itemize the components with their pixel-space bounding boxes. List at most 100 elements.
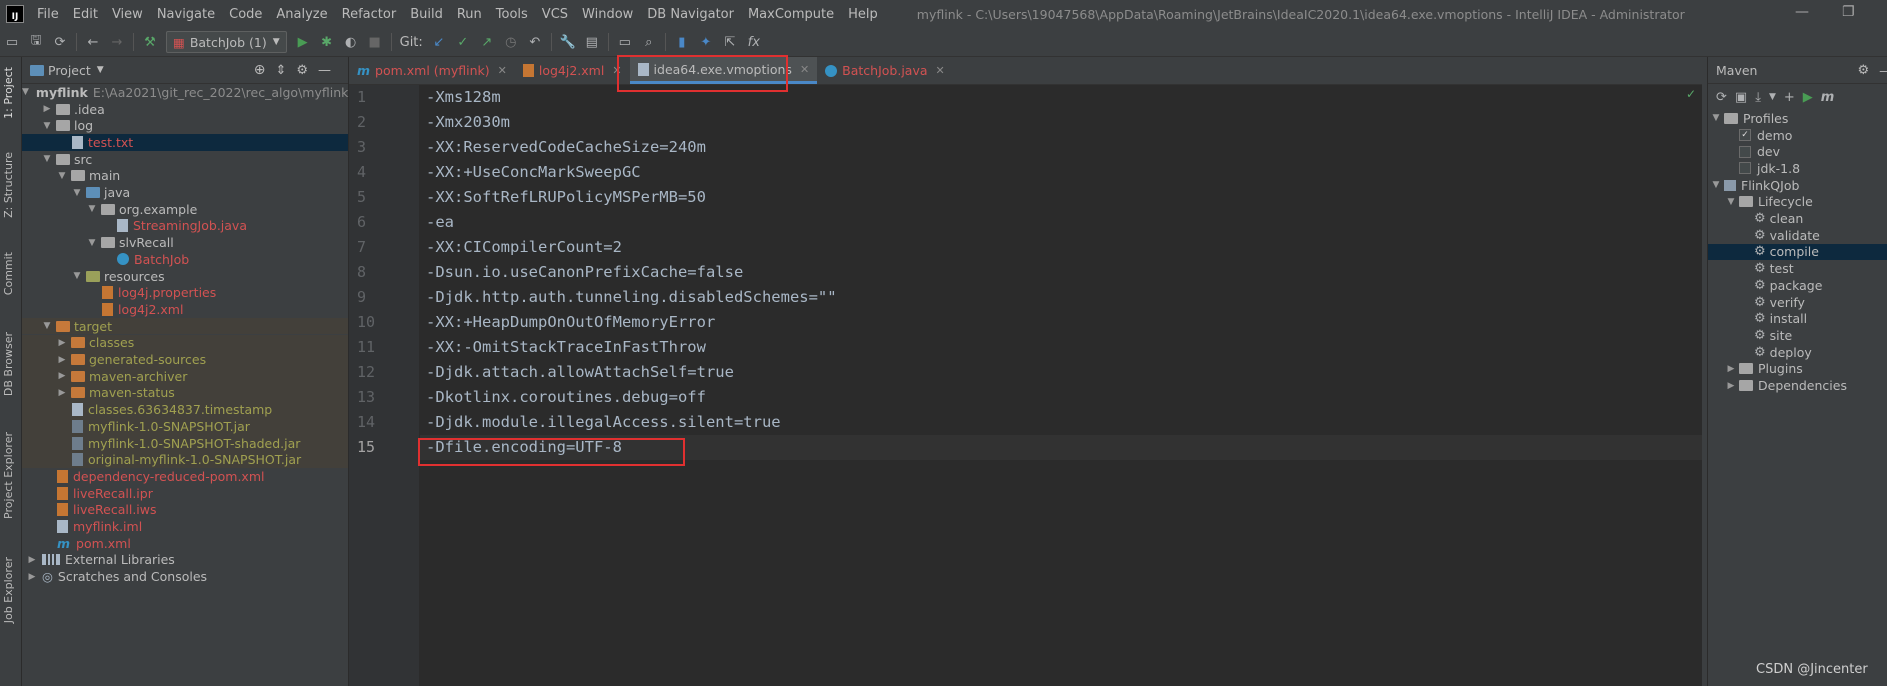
project-tree-item[interactable]: ▼ slvRecall — [22, 234, 348, 251]
chevron-down-icon[interactable]: ▼ — [86, 238, 98, 248]
gear-icon[interactable]: ⚙ — [1857, 63, 1869, 78]
project-tree-item[interactable]: myflink-1.0-SNAPSHOT-shaded.jar — [22, 434, 348, 452]
chevron-right-icon[interactable]: ▶ — [1725, 381, 1737, 391]
menu-view[interactable]: View — [105, 7, 150, 22]
project-tree-item[interactable]: ▼ src — [22, 151, 348, 168]
menu-window[interactable]: Window — [575, 7, 640, 22]
maven-tree-item[interactable]: ⚙ compile — [1708, 243, 1887, 261]
chevron-right-icon[interactable]: ▶ — [56, 355, 68, 365]
project-tree-item[interactable]: dependency-reduced-pom.xml — [22, 468, 348, 485]
checkbox-icon[interactable] — [1739, 162, 1751, 175]
project-tree-item[interactable]: ▼ resources — [22, 268, 348, 285]
project-tree-item[interactable]: ▼ main — [22, 168, 348, 185]
tool-tab-job-explorer[interactable]: Job Explorer — [2, 557, 15, 623]
run-icon[interactable]: ▶ — [1803, 90, 1813, 105]
chevron-down-icon[interactable]: ▼ — [71, 188, 83, 198]
project-tree-item[interactable]: ▼ myflink E:\Aa2021\git_rec_2022\rec_algo\… — [22, 84, 348, 101]
back-icon[interactable]: ← — [81, 30, 105, 54]
close-icon[interactable]: ✕ — [800, 63, 809, 76]
run-configuration-select[interactable]: ▦ BatchJob (1) ▼ — [166, 31, 287, 53]
code-line[interactable]: -ea — [426, 210, 454, 235]
tool-tab-commit[interactable]: Commit — [2, 252, 15, 295]
menu-navigate[interactable]: Navigate — [150, 7, 222, 22]
maven-tree-item[interactable]: ▼ FlinkQJob — [1708, 177, 1887, 194]
menu-analyze[interactable]: Analyze — [269, 7, 334, 22]
restore-icon[interactable]: ❐ — [1842, 4, 1855, 20]
git-update-icon[interactable]: ↙ — [427, 30, 451, 54]
project-structure-icon[interactable]: ▤ — [580, 30, 604, 54]
project-tree-item[interactable]: ▶ classes — [22, 334, 348, 352]
maven-tree-item[interactable]: jdk-1.8 — [1708, 160, 1887, 177]
editor-tab[interactable]: log4j2.xml ✕ — [515, 57, 630, 84]
maven-tree-item[interactable]: ⚙ clean — [1708, 210, 1887, 227]
open-folder-icon[interactable]: ▭ — [0, 30, 24, 54]
chevron-right-icon[interactable]: ▶ — [56, 371, 68, 381]
git-push-icon[interactable]: ↗ — [475, 30, 499, 54]
checkbox-icon[interactable]: ✓ — [1739, 129, 1751, 142]
project-tree-item[interactable]: log4j.properties — [22, 284, 348, 301]
code-line[interactable]: -XX:ReservedCodeCacheSize=240m — [426, 135, 706, 160]
code-line[interactable]: -Xmx2030m — [426, 110, 510, 135]
chevron-down-icon[interactable]: ▼ — [1710, 113, 1722, 123]
project-tree-item[interactable]: ▶ External Libraries — [22, 552, 348, 569]
chevron-down-icon[interactable]: ▼ — [86, 204, 98, 214]
project-tree-item[interactable]: ▼ org.example — [22, 201, 348, 218]
hide-icon[interactable]: — — [318, 63, 331, 78]
close-icon[interactable]: ✕ — [498, 64, 507, 77]
project-tree-item[interactable]: classes.63634837.timestamp — [22, 401, 348, 418]
add-icon[interactable]: + — [1784, 90, 1795, 105]
deploy-icon[interactable]: ✦ — [694, 30, 718, 54]
chevron-down-icon[interactable]: ▼ — [71, 271, 83, 281]
menu-file[interactable]: File — [30, 7, 66, 22]
project-tree-item[interactable]: ▶ maven-status — [22, 384, 348, 402]
sync-icon[interactable]: ⟳ — [48, 30, 72, 54]
maven-tree-item[interactable]: ▼ Lifecycle — [1708, 194, 1887, 211]
project-tree-item[interactable]: ▼ java — [22, 184, 348, 201]
code-line[interactable]: -XX:-OmitStackTraceInFastThrow — [426, 335, 706, 360]
maven-tree-item[interactable]: ⚙ verify — [1708, 294, 1887, 311]
chevron-right-icon[interactable]: ▶ — [26, 555, 38, 565]
project-tree-item[interactable]: ▼ log — [22, 117, 348, 134]
code-line[interactable]: -XX:CICompilerCount=2 — [426, 235, 622, 260]
project-tree-item[interactable]: original-myflink-1.0-SNAPSHOT.jar — [22, 451, 348, 469]
reimport-folder-icon[interactable]: ▣ — [1735, 90, 1747, 105]
chevron-down-icon[interactable]: ▼ — [97, 65, 104, 75]
maven-tree-item[interactable]: dev — [1708, 143, 1887, 160]
code-line[interactable]: -Dkotlinx.coroutines.debug=off — [426, 385, 706, 410]
menu-code[interactable]: Code — [222, 7, 269, 22]
tool-tab-structure[interactable]: Z: Structure — [2, 152, 15, 218]
locate-icon[interactable]: ⊕ — [254, 62, 266, 78]
gear-icon[interactable]: ⚙ — [296, 63, 308, 78]
project-tree-item[interactable]: ▶ generated-sources — [22, 351, 348, 368]
chevron-right-icon[interactable]: ▶ — [41, 104, 53, 114]
code-line[interactable]: -Djdk.http.auth.tunneling.disabledScheme… — [426, 285, 837, 310]
project-panel-title[interactable]: Project — [48, 63, 91, 78]
coverage-icon[interactable]: ◐ — [339, 30, 363, 54]
menu-db-navigator[interactable]: DB Navigator — [640, 7, 741, 22]
build-hammer-icon[interactable]: ⚒ — [138, 30, 162, 54]
chevron-down-icon[interactable]: ▼ — [22, 87, 29, 97]
chevron-down-icon[interactable]: ▼ — [1725, 197, 1737, 207]
search-icon[interactable]: ⌕ — [637, 30, 661, 54]
git-commit-icon[interactable]: ✓ — [451, 30, 475, 54]
chevron-down-icon[interactable]: ▼ — [41, 121, 53, 131]
maven-tree-item[interactable]: ▶ Dependencies — [1708, 377, 1887, 394]
minimize-icon[interactable]: — — [1795, 4, 1809, 20]
project-tree-item[interactable]: ▶ ◎ Scratches and Consoles — [22, 568, 348, 585]
share-icon[interactable]: ⇱ — [718, 30, 742, 54]
project-tree-item[interactable]: ▶ maven-archiver — [22, 367, 348, 385]
dropdown-icon[interactable]: ▼ — [1769, 92, 1776, 102]
menu-tools[interactable]: Tools — [489, 7, 535, 22]
menu-refactor[interactable]: Refactor — [335, 7, 404, 22]
menu-run[interactable]: Run — [450, 7, 489, 22]
terminal-icon[interactable]: ▭ — [613, 30, 637, 54]
settings-wrench-icon[interactable]: 🔧 — [556, 30, 580, 54]
chevron-down-icon[interactable]: ▼ — [56, 171, 68, 181]
tool-tab-project[interactable]: 1: Project — [2, 67, 15, 119]
menu-maxcompute[interactable]: MaxCompute — [741, 7, 841, 22]
tool-tab-db-browser[interactable]: DB Browser — [2, 332, 15, 396]
project-tree-item[interactable]: ▼ target — [22, 317, 348, 335]
maven-tree-item[interactable]: ⚙ test — [1708, 260, 1887, 277]
editor-tab[interactable]: BatchJob.java ✕ — [817, 57, 953, 84]
maven-tree-item[interactable]: ⚙ package — [1708, 277, 1887, 294]
